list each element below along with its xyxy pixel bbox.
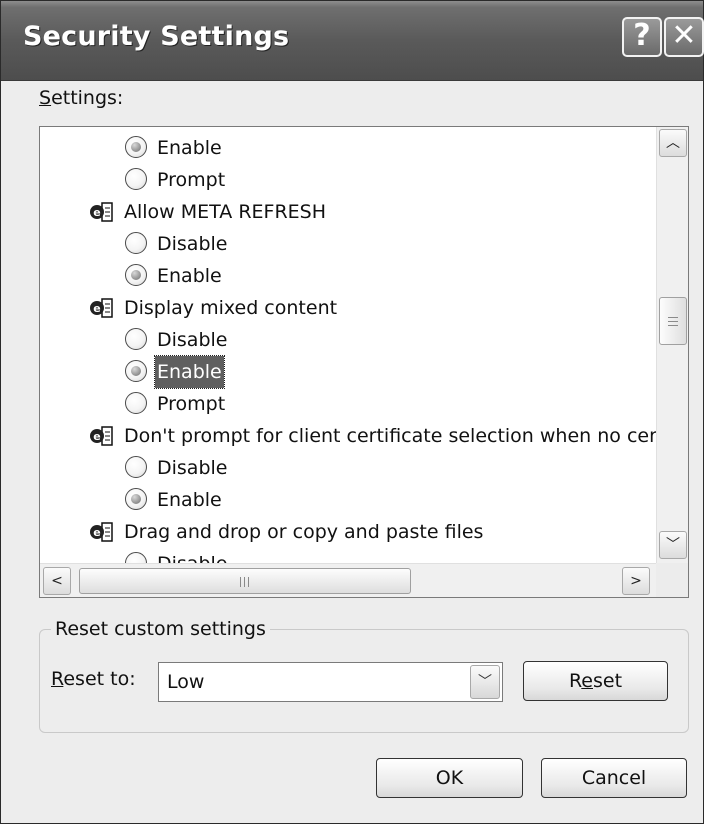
category-label: Display mixed content <box>124 297 338 319</box>
help-button[interactable]: ? <box>622 17 662 57</box>
radio-label: Prompt <box>157 169 226 191</box>
close-icon: ✕ <box>671 18 697 53</box>
svg-text:e: e <box>93 430 100 443</box>
vertical-scroll-thumb[interactable] <box>659 297 687 345</box>
radio-label: Disable <box>157 457 228 479</box>
svg-text:e: e <box>93 302 100 315</box>
category-label: Drag and drop or copy and paste files <box>124 521 484 543</box>
title-bar[interactable]: Security Settings ? ✕ <box>1 1 704 81</box>
radio-button-selected[interactable] <box>125 136 147 158</box>
radio-button[interactable] <box>125 392 147 414</box>
radio-label: Enable <box>154 355 225 389</box>
security-settings-dialog: Security Settings ? ✕ Settings: Enable Pr… <box>0 0 704 824</box>
ie-settings-icon: e <box>88 520 114 544</box>
reset-group-legend: Reset custom settings <box>51 618 270 640</box>
scroll-left-button[interactable]: < <box>43 567 71 595</box>
category-label: Don't prompt for client certificate sele… <box>124 425 656 447</box>
reset-to-dropdown[interactable]: Low ﹀ <box>158 662 503 702</box>
scroll-right-button[interactable]: > <box>622 567 650 595</box>
scrollbar-corner <box>656 563 688 597</box>
chevron-left-icon: < <box>51 573 63 589</box>
dialog-title: Security Settings <box>23 21 290 52</box>
radio-button[interactable] <box>125 232 147 254</box>
radio-button[interactable] <box>125 328 147 350</box>
svg-text:e: e <box>93 526 100 539</box>
vertical-scrollbar[interactable]: ︿ ﹀ <box>656 127 688 563</box>
ie-settings-icon: e <box>88 296 114 320</box>
radio-label: Prompt <box>157 393 226 415</box>
ie-settings-icon: e <box>88 200 114 224</box>
radio-button[interactable] <box>125 168 147 190</box>
horizontal-scroll-thumb[interactable] <box>79 568 411 594</box>
reset-to-value: Low <box>167 671 205 693</box>
chevron-down-icon: ﹀ <box>666 537 680 553</box>
settings-tree[interactable]: Enable Prompt e Allow META REFRESH Disable En… <box>39 126 689 598</box>
scroll-up-button[interactable]: ︿ <box>659 129 687 157</box>
cancel-button[interactable]: Cancel <box>541 758 687 798</box>
radio-button[interactable] <box>125 456 147 478</box>
radio-button[interactable] <box>125 552 147 563</box>
settings-tree-content: Enable Prompt e Allow META REFRESH Disable En… <box>40 127 656 563</box>
scroll-down-button[interactable]: ﹀ <box>659 531 687 559</box>
chevron-down-icon: ﹀ <box>478 674 492 690</box>
radio-label: Disable <box>157 548 227 563</box>
ie-settings-icon: e <box>88 424 114 448</box>
horizontal-scrollbar[interactable]: < > <box>40 563 656 597</box>
radio-label: Disable <box>157 233 228 255</box>
radio-label: Disable <box>157 329 228 351</box>
dropdown-arrow-button[interactable]: ﹀ <box>470 665 500 699</box>
settings-label: Settings: <box>39 87 124 109</box>
radio-button-selected[interactable] <box>125 264 147 286</box>
radio-label: Enable <box>157 489 222 511</box>
ok-button[interactable]: OK <box>376 758 523 798</box>
help-icon: ? <box>633 18 651 53</box>
reset-to-label: Reset to: <box>51 668 136 690</box>
radio-label: Enable <box>157 137 222 159</box>
reset-button[interactable]: Reset <box>523 661 668 701</box>
chevron-up-icon: ︿ <box>666 135 680 151</box>
chevron-right-icon: > <box>630 573 642 589</box>
close-button[interactable]: ✕ <box>664 17 704 57</box>
radio-label: Enable <box>157 265 222 287</box>
radio-button-selected[interactable] <box>125 360 147 382</box>
svg-text:e: e <box>93 206 100 219</box>
radio-button-selected[interactable] <box>125 488 147 510</box>
category-label: Allow META REFRESH <box>124 201 327 223</box>
